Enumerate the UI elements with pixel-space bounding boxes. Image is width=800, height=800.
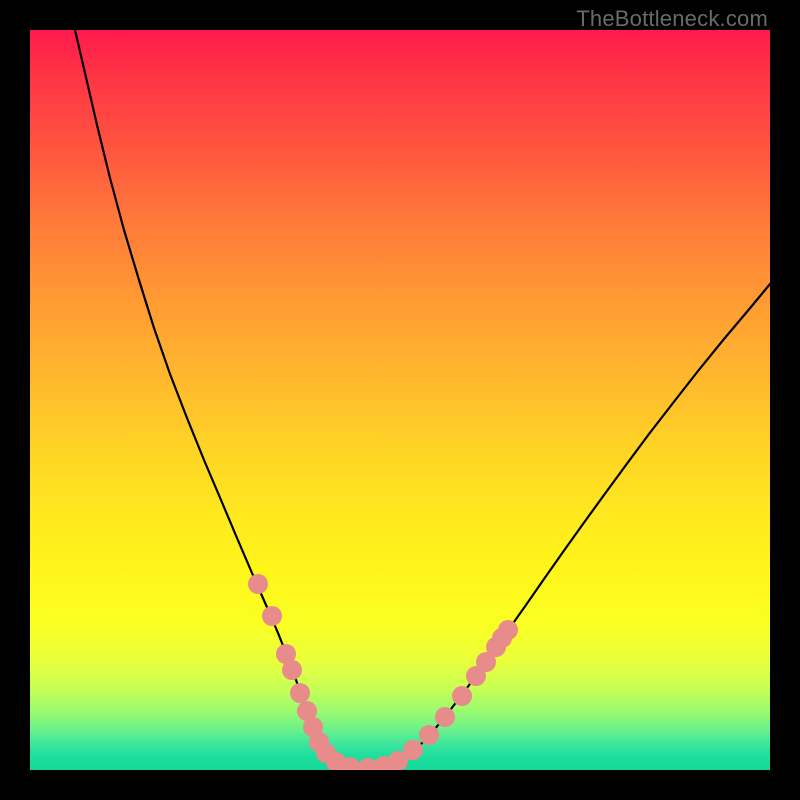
marker-group [248, 574, 518, 770]
marker-dot [498, 620, 518, 640]
marker-dot [419, 725, 439, 745]
marker-dot [282, 660, 302, 680]
marker-dot [290, 683, 310, 703]
marker-dot [248, 574, 268, 594]
chart-frame: TheBottleneck.com [0, 0, 800, 800]
plot-area [30, 30, 770, 770]
marker-dot [262, 606, 282, 626]
chart-svg [30, 30, 770, 770]
watermark-text: TheBottleneck.com [576, 6, 768, 32]
marker-dot [452, 686, 472, 706]
marker-dot [435, 707, 455, 727]
marker-dot [403, 740, 423, 760]
curve-path [75, 30, 770, 768]
